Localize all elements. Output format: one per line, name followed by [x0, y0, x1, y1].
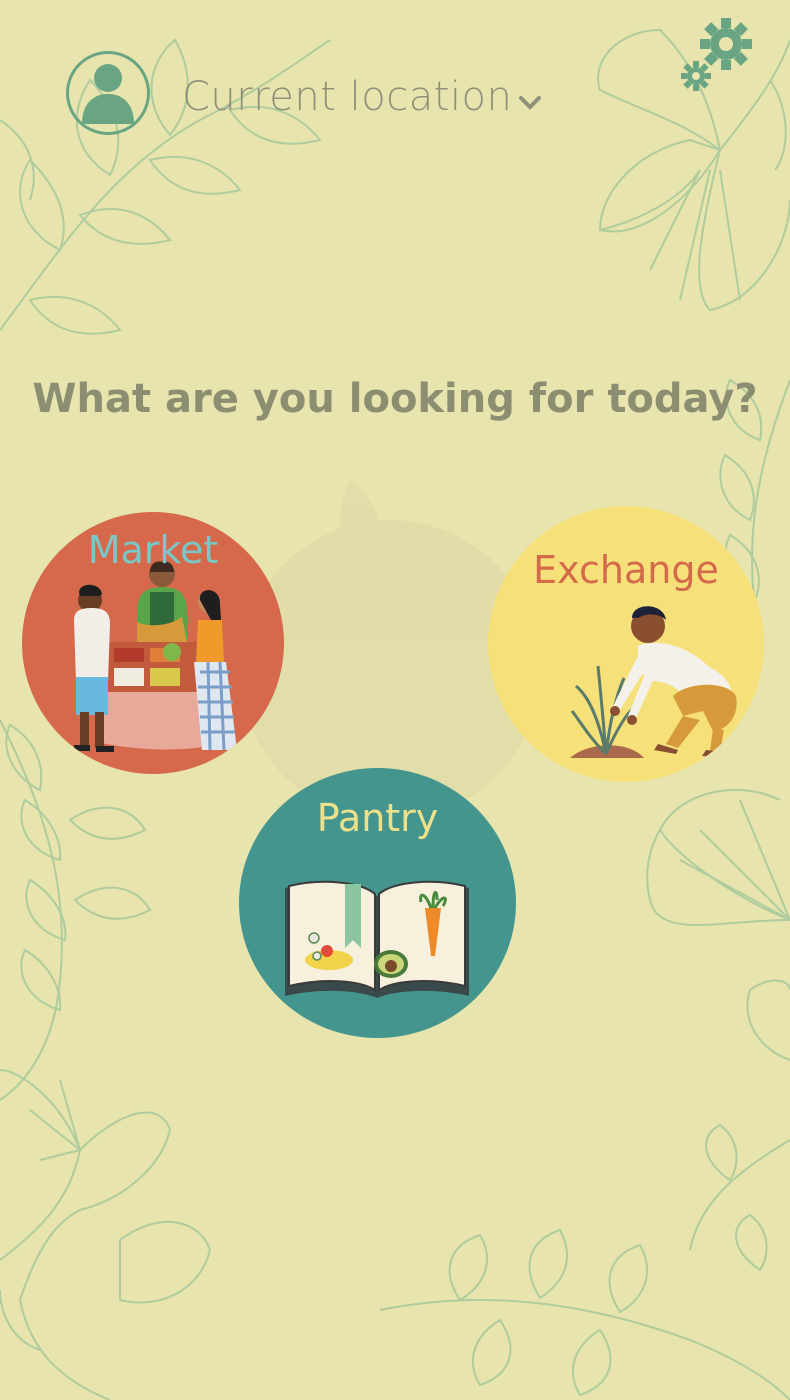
location-label: Current location	[182, 74, 513, 120]
pantry-label: Pantry	[316, 796, 439, 840]
user-avatar-button[interactable]	[66, 51, 150, 135]
market-label: Market	[87, 528, 219, 572]
user-avatar-icon	[82, 64, 134, 124]
page-question: What are you looking for today?	[32, 376, 758, 422]
market-option-button[interactable]: Market	[22, 512, 284, 774]
gear-icon[interactable]	[678, 16, 758, 96]
pantry-option-button[interactable]: Pantry	[239, 768, 516, 1038]
chevron-down-icon	[519, 96, 542, 110]
exchange-label: Exchange	[533, 548, 719, 592]
exchange-option-button[interactable]: Exchange	[488, 506, 764, 782]
location-selector[interactable]: Current location	[182, 72, 542, 122]
